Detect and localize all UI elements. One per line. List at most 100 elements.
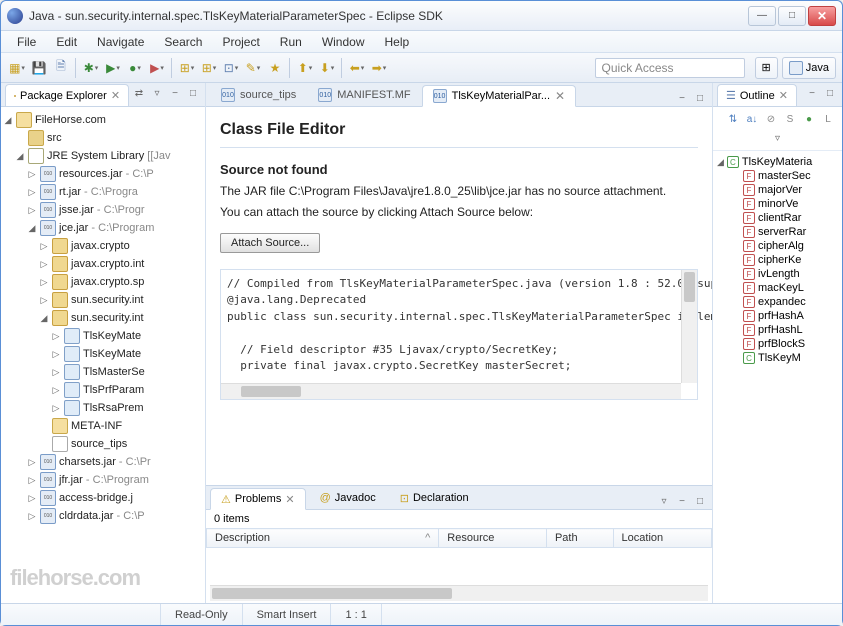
pkg-node[interactable]: ◢sun.security.int — [3, 309, 203, 327]
pkg-node[interactable]: ▷javax.crypto.int — [3, 255, 203, 273]
save-all-button[interactable]: 🗎 — [51, 58, 71, 78]
problems-maximize[interactable]: □ — [692, 493, 708, 509]
open-perspective-button[interactable]: ⊞ — [755, 57, 778, 79]
jar-node[interactable]: ▷cldrdata.jar - C:\P — [3, 507, 203, 525]
bottom-tab-javadoc[interactable]: @Javadoc — [310, 487, 386, 509]
back-button[interactable]: ⬅ — [347, 58, 367, 78]
new-package-button[interactable]: ⊞ — [177, 58, 197, 78]
quick-access-input[interactable]: Quick Access — [595, 58, 745, 78]
minimize-view-button[interactable]: − — [167, 85, 183, 101]
close-outline-icon[interactable]: ✕ — [779, 89, 788, 102]
close-button[interactable]: ✕ — [808, 6, 836, 26]
new-button[interactable]: ▦ — [7, 58, 27, 78]
editor-maximize-button[interactable]: □ — [692, 90, 708, 106]
bottom-tab-problems[interactable]: ⚠Problems✕ — [210, 488, 306, 510]
class-node[interactable]: ▷TlsRsaPrem — [3, 399, 203, 417]
package-explorer-tab[interactable]: Package Explorer ✕ — [5, 84, 129, 106]
jar-node[interactable]: ▷jsse.jar - C:\Progr — [3, 201, 203, 219]
hide-fields-button[interactable]: ● — [801, 111, 817, 127]
search-button[interactable]: ✎ — [243, 58, 263, 78]
outline-member[interactable]: FcipherAlg — [717, 239, 838, 253]
close-tab-icon[interactable]: ✕ — [555, 89, 565, 103]
forward-button[interactable]: ➡ — [369, 58, 389, 78]
problems-col[interactable]: Description ^ — [207, 529, 439, 548]
close-tab-icon[interactable]: ✕ — [285, 493, 294, 506]
jre-library[interactable]: ◢JRE System Library [[Jav — [3, 147, 203, 165]
jar-node[interactable]: ▷jfr.jar - C:\Program — [3, 471, 203, 489]
jar-node[interactable]: ▷resources.jar - C:\P — [3, 165, 203, 183]
run-button[interactable]: ▶ — [103, 58, 123, 78]
outline-tree[interactable]: ◢ CTlsKeyMateriaFmasterSecFmajorVerFmino… — [713, 151, 842, 603]
outline-member[interactable]: FminorVe — [717, 197, 838, 211]
outline-member[interactable]: Fexpandec — [717, 295, 838, 309]
package-explorer-tree[interactable]: ◢FileHorse.comsrc◢JRE System Library [[J… — [1, 107, 205, 603]
pkg-node[interactable]: ▷sun.security.int — [3, 291, 203, 309]
bottom-tab-declaration[interactable]: ⊡Declaration — [390, 487, 479, 509]
editor-tab[interactable]: 010source_tips — [210, 84, 307, 106]
outline-member[interactable]: FprfHashA — [717, 309, 838, 323]
outline-member[interactable]: FmacKeyL — [717, 281, 838, 295]
ext-tools-button[interactable]: ▶ — [147, 58, 167, 78]
src-folder[interactable]: src — [3, 129, 203, 147]
editor-tab[interactable]: 010TlsKeyMaterialPar...✕ — [422, 85, 576, 107]
link-editor-button[interactable]: ⇄ — [131, 85, 147, 101]
open-type-button[interactable]: ⊡ — [221, 58, 241, 78]
debug-button[interactable]: ✱ — [81, 58, 101, 78]
outline-member[interactable]: FclientRar — [717, 211, 838, 225]
project-node[interactable]: ◢FileHorse.com — [3, 111, 203, 129]
run-last-button[interactable]: ● — [125, 58, 145, 78]
code-scrollbar-horizontal[interactable] — [221, 383, 681, 399]
menu-help[interactable]: Help — [377, 33, 418, 51]
outline-member[interactable]: FivLength — [717, 267, 838, 281]
center-scrollbar-horizontal[interactable] — [210, 585, 708, 601]
menu-edit[interactable]: Edit — [48, 33, 85, 51]
editor-tab[interactable]: 010MANIFEST.MF — [307, 84, 421, 106]
outline-member[interactable]: FmajorVer — [717, 183, 838, 197]
pkg-node[interactable]: ▷javax.crypto.sp — [3, 273, 203, 291]
class-node[interactable]: ▷TlsMasterSe — [3, 363, 203, 381]
new-type-button[interactable]: ⊞ — [199, 58, 219, 78]
problems-minimize[interactable]: − — [674, 493, 690, 509]
prev-annotation-button[interactable]: ⬆ — [295, 58, 315, 78]
menu-window[interactable]: Window — [314, 33, 373, 51]
outline-class-node[interactable]: ◢ CTlsKeyMateria — [717, 155, 838, 169]
class-node[interactable]: ▷TlsPrfParam — [3, 381, 203, 399]
maximize-view-button[interactable]: □ — [185, 85, 201, 101]
close-view-icon[interactable]: ✕ — [111, 89, 120, 102]
toggle-mark-button[interactable]: ★ — [265, 58, 285, 78]
sort-az-button[interactable]: a↓ — [744, 111, 760, 127]
outline-member[interactable]: FserverRar — [717, 225, 838, 239]
menu-navigate[interactable]: Navigate — [89, 33, 152, 51]
outline-member[interactable]: CTlsKeyM — [717, 351, 838, 365]
view-menu-button[interactable]: ▿ — [149, 85, 165, 101]
menu-search[interactable]: Search — [156, 33, 210, 51]
maximize-button[interactable]: □ — [778, 6, 806, 26]
outline-tab[interactable]: ☰ Outline ✕ — [717, 84, 797, 106]
hide-nonpublic-button[interactable]: ⊘ — [763, 111, 779, 127]
next-annotation-button[interactable]: ⬇ — [317, 58, 337, 78]
menu-project[interactable]: Project — [214, 33, 267, 51]
problems-view-menu[interactable]: ▿ — [656, 493, 672, 509]
java-perspective-button[interactable]: Java — [782, 57, 836, 79]
outline-member[interactable]: FprfHashL — [717, 323, 838, 337]
outline-menu-button[interactable]: ▿ — [719, 130, 836, 146]
jar-node[interactable]: ▷rt.jar - C:\Progra — [3, 183, 203, 201]
pkg-node[interactable]: ▷javax.crypto — [3, 237, 203, 255]
outline-maximize[interactable]: □ — [822, 85, 838, 101]
problems-col[interactable]: Location — [613, 529, 711, 548]
sort-button[interactable]: ⇅ — [725, 111, 741, 127]
hide-local-button[interactable]: L — [820, 111, 836, 127]
attach-source-button[interactable]: Attach Source... — [220, 233, 320, 253]
editor-minimize-button[interactable]: − — [674, 90, 690, 106]
class-node[interactable]: ▷TlsKeyMate — [3, 345, 203, 363]
outline-member[interactable]: FcipherKe — [717, 253, 838, 267]
class-node[interactable]: ▷TlsKeyMate — [3, 327, 203, 345]
code-scrollbar-vertical[interactable] — [681, 270, 697, 383]
problems-col[interactable]: Path — [546, 529, 613, 548]
menu-run[interactable]: Run — [272, 33, 310, 51]
jar-node[interactable]: ▷charsets.jar - C:\Pr — [3, 453, 203, 471]
problems-col[interactable]: Resource — [439, 529, 547, 548]
outline-minimize[interactable]: − — [804, 85, 820, 101]
outline-member[interactable]: FmasterSec — [717, 169, 838, 183]
jar-node[interactable]: ◢jce.jar - C:\Program — [3, 219, 203, 237]
